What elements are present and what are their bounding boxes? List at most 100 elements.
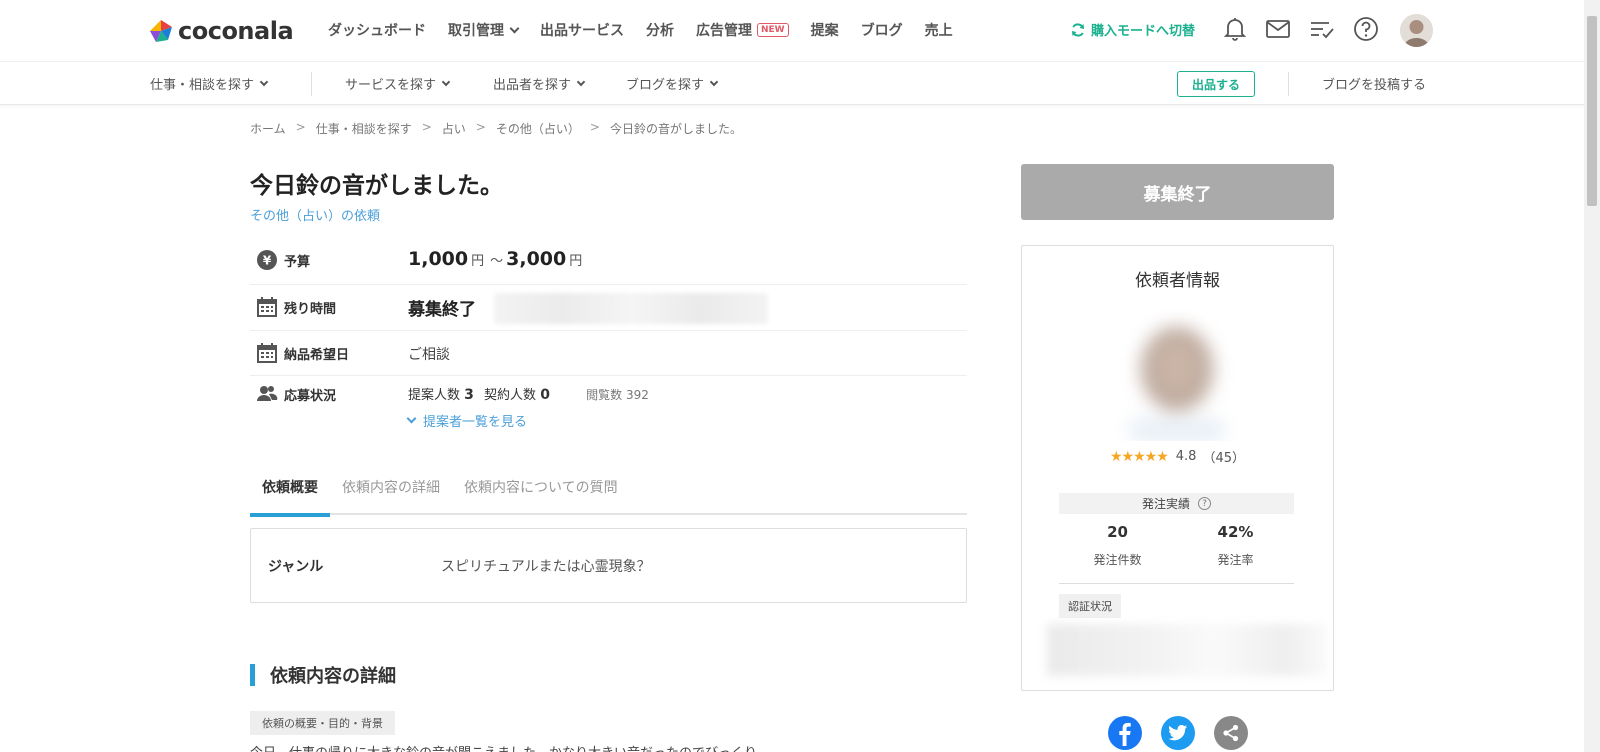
nav-dashboard[interactable]: ダッシュボード <box>328 20 426 40</box>
heading-accent-bar <box>250 664 255 686</box>
chevron-down-icon <box>259 77 269 86</box>
yen-unit: 円 <box>471 254 485 269</box>
nav-sales[interactable]: 売上 <box>925 20 953 40</box>
detail-tabs: 依頼概要 依頼内容の詳細 依頼内容についての質問 <box>250 467 967 517</box>
breadcrumb-fortune[interactable]: 占い <box>442 120 466 137</box>
request-info-table: ¥ 予算 1,000 円～ 3,000 円 残り時間 募集終了 納品希望日 ご相… <box>250 239 967 444</box>
breadcrumb-separator: > <box>295 120 306 134</box>
calendar-icon <box>256 296 278 318</box>
logo-mark-icon <box>150 20 172 42</box>
nav-proposals[interactable]: 提案 <box>811 20 839 40</box>
buyer-mode-switch[interactable]: 購入モードへ切替 <box>1070 20 1195 39</box>
remaining-label: 残り時間 <box>284 301 337 317</box>
views-label: 閲覧数 <box>586 388 623 402</box>
remaining-label-wrap: 残り時間 <box>256 296 336 318</box>
chevron-down-icon <box>576 77 586 86</box>
nav-label: 取引管理 <box>448 23 504 39</box>
breadcrumb-separator: > <box>589 120 600 134</box>
budget-value: 1,000 円～ 3,000 円 <box>408 248 585 270</box>
help-icon[interactable] <box>1353 16 1379 42</box>
tab-overview[interactable]: 依頼概要 <box>250 467 330 517</box>
svg-text:¥: ¥ <box>263 254 272 268</box>
main-nav: ダッシュボード 取引管理 出品サービス 分析 広告管理 NEW 提案 ブログ 売上 <box>328 20 953 40</box>
find-blog-dropdown[interactable]: ブログを探す <box>626 74 719 93</box>
rating-value: 4.8 <box>1175 449 1197 464</box>
scrollbar-thumb[interactable] <box>1587 16 1597 206</box>
find-work-dropdown[interactable]: 仕事・相談を探す <box>150 74 269 93</box>
recruitment-closed-button[interactable]: 募集終了 <box>1021 164 1334 220</box>
order-rate-label: 発注率 <box>1217 553 1254 567</box>
find-service-dropdown[interactable]: サービスを探す <box>345 74 451 93</box>
share-button[interactable] <box>1214 716 1248 750</box>
order-history-label: 発注実績 <box>1141 497 1190 511</box>
nav-label: 売上 <box>924 23 953 39</box>
post-blog-link[interactable]: ブログを投稿する <box>1322 74 1426 93</box>
client-info-card: 依頼者情報 ★★★★★ 4.8 （45） 発注実績 ? 20 発注件数 42% … <box>1021 245 1334 691</box>
coconala-logo[interactable]: coconala <box>148 17 294 45</box>
nav-blog[interactable]: ブログ <box>861 20 903 40</box>
status-label: 応募状況 <box>284 388 337 404</box>
calendar-icon <box>256 342 278 364</box>
yen-icon: ¥ <box>256 249 278 271</box>
breadcrumb-separator: > <box>475 120 486 134</box>
remaining-value: 募集終了 <box>408 300 476 320</box>
breadcrumb-separator: > <box>421 120 432 134</box>
review-count: （45） <box>1202 451 1245 466</box>
proposals-count: 3 <box>464 387 474 403</box>
proposals-label: 提案人数 <box>408 388 461 403</box>
mail-icon[interactable] <box>1265 18 1291 40</box>
logo-text: coconala <box>178 17 294 45</box>
tab-details[interactable]: 依頼内容の詳細 <box>330 467 452 515</box>
breadcrumb-find-work[interactable]: 仕事・相談を探す <box>316 120 412 137</box>
blurred-verification <box>1047 624 1327 676</box>
facebook-icon <box>1119 722 1131 746</box>
nav-ads[interactable]: 広告管理 NEW <box>696 20 789 40</box>
page-scrollbar[interactable] <box>1584 0 1600 752</box>
details-heading: 依頼内容の詳細 <box>250 662 396 688</box>
verification-label: 認証状況 <box>1059 594 1121 618</box>
breadcrumb: ホーム > 仕事・相談を探す > 占い > その他（占い） > 今日鈴の音がしま… <box>250 120 742 137</box>
chevron-down-icon <box>406 413 417 424</box>
divider <box>1288 72 1289 96</box>
nav-label: ブログ <box>860 23 903 39</box>
order-history-header: 発注実績 ? <box>1059 493 1294 514</box>
new-badge: NEW <box>757 23 789 37</box>
nav-analytics[interactable]: 分析 <box>646 20 674 40</box>
star-rating-icon: ★★★★★ <box>1110 448 1169 465</box>
top-header: coconala ダッシュボード 取引管理 出品サービス 分析 広告管理 NEW … <box>0 0 1584 62</box>
views-count: 392 <box>625 388 649 402</box>
views-wrap: 閲覧数 392 <box>586 388 649 402</box>
find-seller-label: 出品者を探す <box>493 78 572 93</box>
budget-row: ¥ 予算 1,000 円～ 3,000 円 <box>250 239 967 285</box>
help-icon[interactable]: ? <box>1198 497 1211 510</box>
category-link[interactable]: その他（占い）の依頼 <box>250 205 380 224</box>
facebook-share-button[interactable] <box>1108 716 1142 750</box>
find-seller-dropdown[interactable]: 出品者を探す <box>493 74 586 93</box>
find-service-label: サービスを探す <box>345 78 437 93</box>
sell-button[interactable]: 出品する <box>1177 71 1255 97</box>
orders-stat: 20 発注件数 <box>1059 523 1176 568</box>
find-blog-label: ブログを探す <box>626 78 705 93</box>
nav-transactions[interactable]: 取引管理 <box>448 20 520 40</box>
twitter-share-button[interactable] <box>1161 716 1195 750</box>
divider <box>1059 583 1294 584</box>
tab-questions[interactable]: 依頼内容についての質問 <box>452 467 630 515</box>
share-icon <box>1223 724 1239 742</box>
breadcrumb-home[interactable]: ホーム <box>250 120 286 137</box>
find-work-label: 仕事・相談を探す <box>150 78 255 93</box>
delivery-label-wrap: 納品希望日 <box>256 342 349 364</box>
buyer-mode-label: 購入モードへ切替 <box>1091 24 1196 39</box>
user-avatar[interactable] <box>1400 14 1433 47</box>
order-rate: 42% <box>1217 523 1254 541</box>
nav-services[interactable]: 出品サービス <box>540 20 624 40</box>
twitter-icon <box>1168 725 1188 741</box>
client-avatar[interactable] <box>1111 309 1243 441</box>
list-check-icon[interactable] <box>1309 18 1335 40</box>
breadcrumb-other-fortune[interactable]: その他（占い） <box>496 120 580 137</box>
delivery-value: ご相談 <box>408 347 450 363</box>
nav-label: 出品サービス <box>540 23 624 39</box>
nav-label: 分析 <box>646 23 674 39</box>
budget-min: 1,000 <box>408 248 469 270</box>
bell-icon[interactable] <box>1223 16 1247 42</box>
proposer-list-link[interactable]: 提案者一覧を見る <box>406 411 527 430</box>
